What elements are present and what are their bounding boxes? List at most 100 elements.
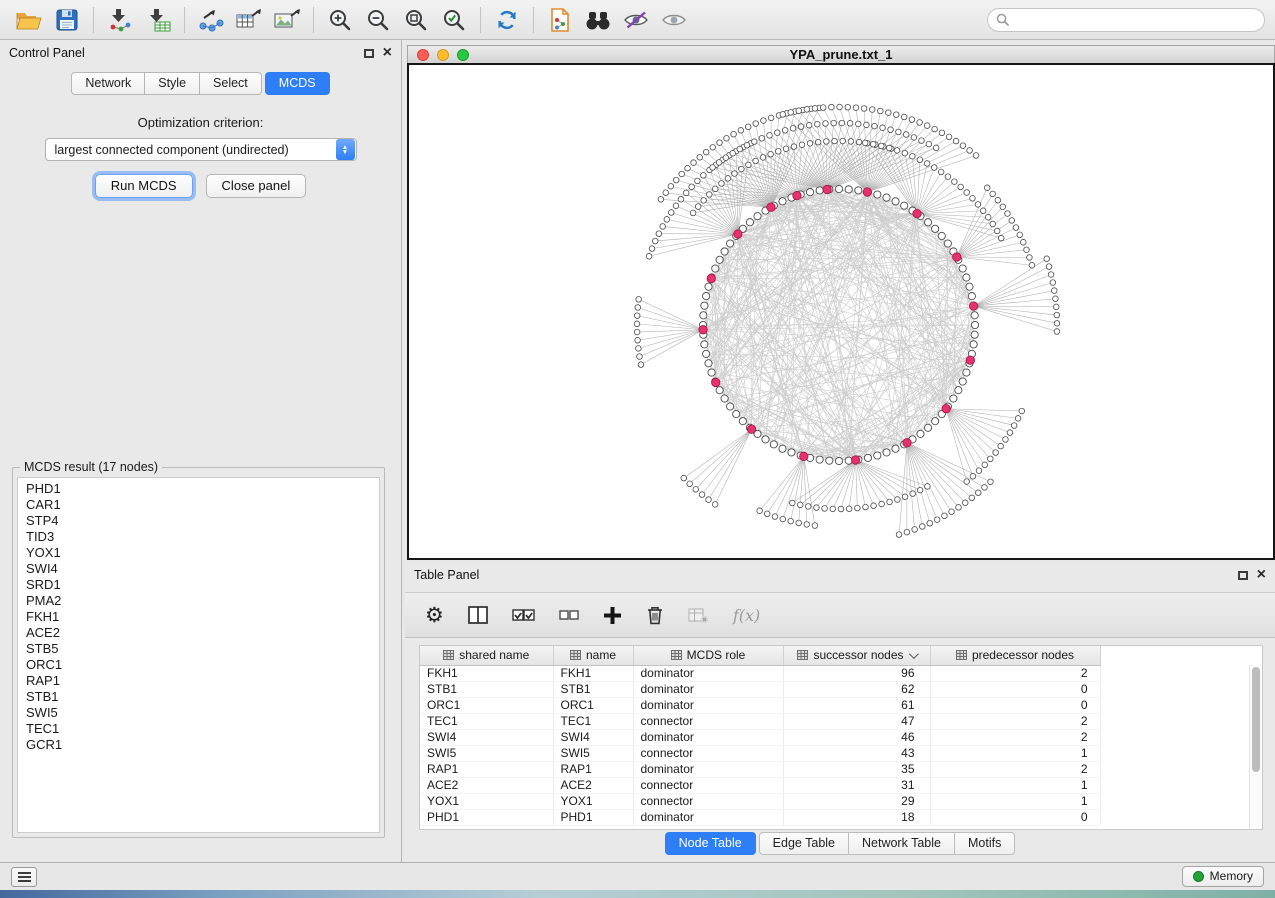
column-header-predecessor-nodes[interactable]: predecessor nodes — [930, 646, 1100, 665]
mcds-result-item[interactable]: STP4 — [18, 513, 379, 529]
delete-column-icon[interactable] — [646, 605, 664, 625]
show-columns-icon[interactable] — [468, 606, 488, 624]
zoom-out-icon — [366, 8, 390, 32]
import-table-icon — [145, 8, 171, 32]
mcds-result-item[interactable]: FKH1 — [18, 609, 379, 625]
unselect-all-icon[interactable] — [559, 607, 579, 623]
combo-spinner-icon: ▲ ▼ — [336, 139, 355, 160]
table-row[interactable]: RAP1RAP1dominator352 — [420, 761, 1100, 777]
float-table-panel-icon[interactable] — [1238, 571, 1248, 580]
mcds-result-item[interactable]: PMA2 — [18, 593, 379, 609]
import-network-button[interactable] — [101, 4, 139, 36]
column-header-successor-nodes[interactable]: successor nodes — [783, 646, 930, 665]
find-button[interactable] — [579, 4, 617, 36]
close-table-panel-icon[interactable]: × — [1257, 568, 1266, 582]
mcds-result-item[interactable]: ORC1 — [18, 657, 379, 673]
cell-name: STB1 — [553, 681, 633, 697]
zoom-fit-button[interactable] — [397, 4, 435, 36]
eye-icon — [661, 10, 687, 30]
import-table-button[interactable] — [139, 4, 177, 36]
toolbar-separator — [533, 7, 534, 33]
tab-select[interactable]: Select — [200, 72, 262, 95]
cell-name: YOX1 — [553, 793, 633, 809]
run-mcds-button[interactable]: Run MCDS — [95, 174, 193, 198]
cell-name: ORC1 — [553, 697, 633, 713]
columns-icon — [468, 606, 488, 624]
save-floppy-icon — [56, 9, 78, 31]
tab-node-table[interactable]: Node Table — [665, 832, 756, 855]
memory-button[interactable]: Memory — [1182, 866, 1264, 887]
cell-predecessor-nodes: 0 — [930, 681, 1100, 697]
status-menu-button[interactable] — [11, 867, 37, 887]
mcds-result-item[interactable]: GCR1 — [18, 737, 379, 753]
mcds-result-item[interactable]: SWI5 — [18, 705, 379, 721]
control-panel-title: Control Panel — [9, 46, 85, 60]
table-row[interactable]: ACE2ACE2connector311 — [420, 777, 1100, 793]
open-file-button[interactable] — [10, 4, 48, 36]
search-box[interactable] — [987, 8, 1265, 32]
table-panel-title: Table Panel — [414, 568, 479, 582]
table-row[interactable]: PHD1PHD1dominator180 — [420, 809, 1100, 825]
mcds-result-item[interactable]: STB1 — [18, 689, 379, 705]
clone-network-button[interactable] — [541, 4, 579, 36]
table-row[interactable]: ORC1ORC1dominator610 — [420, 697, 1100, 713]
export-table-button[interactable] — [230, 4, 268, 36]
column-header-shared-name[interactable]: shared name — [420, 646, 553, 665]
cell-mcds-role: dominator — [633, 681, 783, 697]
column-header-mcds-role[interactable]: MCDS role — [633, 646, 783, 665]
table-row[interactable]: YOX1YOX1connector291 — [420, 793, 1100, 809]
mcds-result-item[interactable]: CAR1 — [18, 497, 379, 513]
mcds-result-item[interactable]: TID3 — [18, 529, 379, 545]
preview-button[interactable] — [655, 4, 693, 36]
maximize-window-icon[interactable] — [457, 49, 469, 61]
tab-mcds[interactable]: MCDS — [265, 72, 330, 95]
close-panel-button[interactable]: Close panel — [206, 174, 307, 198]
zoom-in-button[interactable] — [321, 4, 359, 36]
search-input[interactable] — [1014, 13, 1256, 27]
table-row[interactable]: FKH1FKH1dominator962 — [420, 665, 1100, 681]
close-window-icon[interactable] — [417, 49, 429, 61]
export-network-button[interactable] — [192, 4, 230, 36]
mcds-result-item[interactable]: SWI4 — [18, 561, 379, 577]
control-panel-header: Control Panel × — [0, 40, 401, 66]
table-row[interactable]: STB1STB1dominator620 — [420, 681, 1100, 697]
tab-motifs[interactable]: Motifs — [955, 832, 1015, 855]
tab-style[interactable]: Style — [145, 72, 200, 95]
select-all-icon[interactable] — [512, 606, 535, 624]
mcds-result-item[interactable]: STB5 — [18, 641, 379, 657]
column-header-name[interactable]: name — [553, 646, 633, 665]
mcds-result-list[interactable]: PHD1CAR1STP4TID3YOX1SWI4SRD1PMA2FKH1ACE2… — [17, 477, 380, 833]
table-scrollbar-thumb[interactable] — [1252, 667, 1260, 772]
table-row[interactable]: SWI5SWI5connector431 — [420, 745, 1100, 761]
mcds-result-item[interactable]: ACE2 — [18, 625, 379, 641]
table-row[interactable]: TEC1TEC1connector472 — [420, 713, 1100, 729]
optimization-criterion-select[interactable]: largest connected component (undirected)… — [45, 138, 357, 161]
cell-shared-name: PHD1 — [420, 809, 553, 825]
tab-network[interactable]: Network — [71, 72, 145, 95]
save-session-button[interactable] — [48, 4, 86, 36]
network-graph[interactable] — [409, 65, 1273, 558]
export-table-icon — [236, 8, 262, 32]
tab-edge-table[interactable]: Edge Table — [759, 832, 849, 855]
zoom-out-button[interactable] — [359, 4, 397, 36]
add-column-icon[interactable] — [603, 606, 622, 625]
float-panel-icon[interactable] — [364, 49, 374, 58]
network-canvas[interactable] — [407, 63, 1275, 560]
table-row[interactable]: SWI4SWI4dominator462 — [420, 729, 1100, 745]
mcds-result-item[interactable]: SRD1 — [18, 577, 379, 593]
export-image-button[interactable] — [268, 4, 306, 36]
show-hide-graphics-button[interactable] — [617, 4, 655, 36]
mcds-result-item[interactable]: RAP1 — [18, 673, 379, 689]
mcds-result-item[interactable]: TEC1 — [18, 721, 379, 737]
zoom-selected-button[interactable] — [435, 4, 473, 36]
table-scrollbar[interactable] — [1249, 665, 1262, 829]
table-settings-gear-icon[interactable]: ⚙ — [425, 605, 444, 626]
minimize-window-icon[interactable] — [437, 49, 449, 61]
close-panel-icon[interactable]: × — [383, 46, 392, 60]
apply-layout-button[interactable] — [488, 4, 526, 36]
cell-shared-name: SWI4 — [420, 729, 553, 745]
desktop-wallpaper-strip — [0, 890, 1275, 898]
tab-network-table[interactable]: Network Table — [849, 832, 955, 855]
mcds-result-item[interactable]: YOX1 — [18, 545, 379, 561]
mcds-result-item[interactable]: PHD1 — [18, 481, 379, 497]
